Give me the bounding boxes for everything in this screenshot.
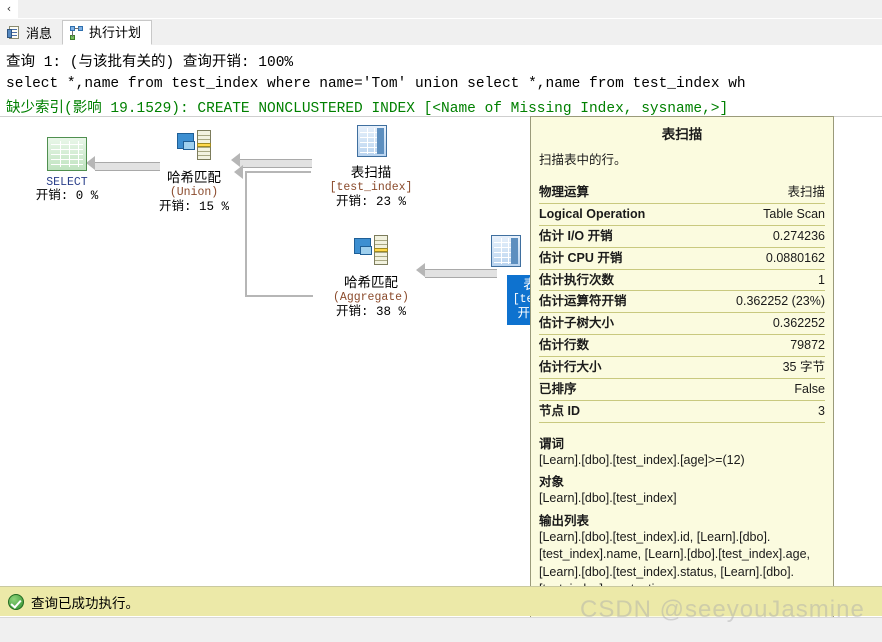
tooltip-row-value: 0.362252 bbox=[772, 316, 825, 331]
status-message: 查询已成功执行。 bbox=[31, 595, 139, 611]
messages-icon bbox=[7, 26, 21, 40]
results-tabbar: 消息 执行计划 bbox=[0, 19, 882, 45]
tooltip-section-body: [Learn].[dbo].[test_index] bbox=[539, 491, 677, 506]
tooltip-row-key: 估计子树大小 bbox=[539, 316, 615, 331]
tooltip-section-heading: 输出列表 bbox=[539, 513, 590, 528]
plan-node-table-scan-top[interactable]: 表扫描 [test_index] 开销: 23 % bbox=[296, 124, 446, 211]
tooltip-row: 估计 CPU 开销 0.0880162 bbox=[539, 248, 825, 270]
tooltip-row-key: 估计运算符开销 bbox=[539, 294, 627, 309]
tooltip-row: 估计运算符开销 0.362252 (23%) bbox=[539, 291, 825, 314]
tooltip-title: 表扫描 bbox=[661, 127, 703, 142]
tooltip-row-key: 物理运算 bbox=[539, 185, 590, 199]
plan-node-hash-union-cost: 开销: 15 % bbox=[158, 199, 229, 214]
plan-node-hash-union-title: 哈希匹配 bbox=[167, 170, 221, 185]
plan-node-table-scan-top-subtitle: [test_index] bbox=[329, 180, 413, 194]
tooltip-row-key: 已排序 bbox=[539, 381, 577, 396]
status-bar: 查询已成功执行。 bbox=[0, 586, 882, 616]
horizontal-scroll-strip[interactable]: ‹ bbox=[0, 0, 882, 18]
scroll-left-button[interactable]: ‹ bbox=[0, 0, 18, 18]
tooltip-row: 估计 I/O 开销 0.274236 bbox=[539, 226, 825, 248]
tooltip-row-key: 估计行数 bbox=[539, 338, 590, 353]
tooltip-row-value: 35 字节 bbox=[782, 360, 825, 374]
plan-node-table-scan-top-title: 表扫描 bbox=[350, 165, 392, 180]
tooltip-row-value: 0.274236 bbox=[772, 228, 825, 243]
tooltip-section-heading: 谓词 bbox=[539, 436, 565, 451]
plan-node-table-scan-top-cost: 开销: 23 % bbox=[335, 194, 406, 209]
tooltip-section-body: [Learn].[dbo].[test_index].[age]>=(12) bbox=[539, 452, 745, 467]
hash-match-icon bbox=[173, 129, 215, 167]
plan-node-hash-aggregate-cost: 开销: 38 % bbox=[335, 304, 406, 319]
tooltip-row-value: 79872 bbox=[790, 338, 825, 353]
tooltip-row: Logical Operation Table Scan bbox=[539, 204, 825, 226]
plan-node-hash-aggregate-title: 哈希匹配 bbox=[344, 275, 398, 290]
tooltip-row: 节点 ID 3 bbox=[539, 401, 825, 423]
tooltip-row: 估计行数 79872 bbox=[539, 335, 825, 357]
tooltip-row-key: 估计行大小 bbox=[539, 360, 602, 374]
tooltip-section-object: 对象 [Learn].[dbo].[test_index] bbox=[539, 471, 825, 508]
plan-node-hash-union[interactable]: 哈希匹配 (Union) 开销: 15 % bbox=[119, 129, 269, 216]
query-cost-title: 查询 1: (与该批有关的) 查询开销: 100% bbox=[6, 55, 294, 71]
tab-execution-plan-label: 执行计划 bbox=[89, 25, 142, 40]
tooltip-row-value: 0.362252 (23%) bbox=[736, 294, 825, 309]
tooltip-row-key: 估计 I/O 开销 bbox=[539, 228, 613, 243]
hash-match-icon bbox=[350, 234, 392, 272]
tooltip-section-heading: 对象 bbox=[539, 475, 565, 490]
window-footer bbox=[0, 617, 882, 642]
query-sql-text: select *,name from test_index where name… bbox=[6, 76, 746, 92]
missing-index-hint: 缺少索引(影响 19.1529): CREATE NONCLUSTERED IN… bbox=[6, 101, 729, 117]
table-scan-icon bbox=[484, 234, 526, 272]
scroll-track[interactable] bbox=[18, 0, 882, 18]
tab-execution-plan[interactable]: 执行计划 bbox=[62, 20, 153, 45]
tooltip-section-predicate: 谓词 [Learn].[dbo].[test_index].[age]>=(12… bbox=[539, 433, 825, 470]
tooltip-row-value: Table Scan bbox=[763, 206, 825, 221]
tooltip-row: 已排序 False bbox=[539, 379, 825, 401]
tooltip-row-key: 估计 CPU 开销 bbox=[539, 250, 623, 265]
tooltip-row: 估计执行次数 1 bbox=[539, 270, 825, 292]
tooltip-row-value: False bbox=[794, 381, 825, 396]
tooltip-row-value: 1 bbox=[818, 272, 825, 287]
plan-node-hash-aggregate-subtitle: (Aggregate) bbox=[333, 290, 409, 304]
plan-node-hash-union-subtitle: (Union) bbox=[169, 185, 219, 199]
tooltip-row: 估计行大小 35 字节 bbox=[539, 357, 825, 379]
success-check-icon bbox=[8, 593, 24, 610]
tab-messages-label: 消息 bbox=[26, 25, 53, 41]
execution-plan-icon bbox=[70, 25, 84, 40]
result-set-icon bbox=[46, 135, 88, 173]
tooltip-description: 扫描表中的行。 bbox=[539, 153, 627, 167]
tooltip-row: 估计子树大小 0.362252 bbox=[539, 313, 825, 336]
tooltip-row-key: 节点 ID bbox=[539, 403, 580, 418]
tooltip-row-key: 估计执行次数 bbox=[539, 272, 615, 287]
tooltip-row-value: 0.0880162 bbox=[765, 250, 825, 265]
tooltip-row-value: 3 bbox=[818, 403, 825, 418]
table-scan-icon bbox=[350, 124, 392, 162]
operator-tooltip: 表扫描 扫描表中的行。 物理运算 表扫描 Logical Operation T… bbox=[530, 116, 834, 642]
plan-node-hash-aggregate[interactable]: 哈希匹配 (Aggregate) 开销: 38 % bbox=[296, 234, 446, 321]
tooltip-row-key: Logical Operation bbox=[539, 206, 646, 221]
tooltip-row: 物理运算 表扫描 bbox=[539, 182, 825, 204]
tooltip-row-value: 表扫描 bbox=[787, 185, 825, 199]
execution-plan-window: ‹ 消息 执行计划 查询 1: (与该批有关的) 查询开销: 100% sele… bbox=[0, 0, 882, 642]
tab-messages[interactable]: 消息 bbox=[0, 21, 63, 45]
